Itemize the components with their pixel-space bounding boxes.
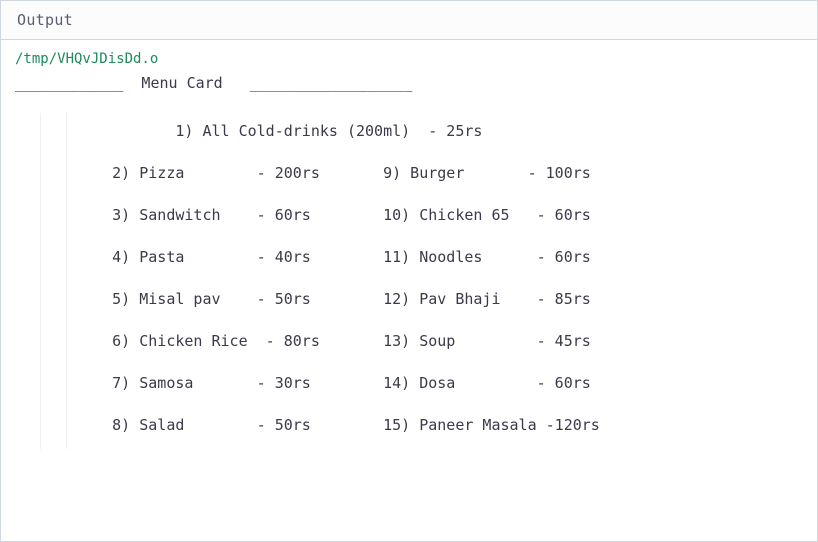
- output-panel: Output /tmp/VHQvJDisDd.o ____________ Me…: [0, 0, 818, 542]
- gutter: [15, 239, 67, 281]
- output-line: 1) All Cold-drinks (200ml) - 25rs: [15, 113, 803, 155]
- gutter: [15, 113, 67, 155]
- menu-row: 7) Samosa - 30rs 14) Dosa - 60rs: [67, 365, 591, 407]
- gutter: [15, 281, 67, 323]
- output-line: 7) Samosa - 30rs 14) Dosa - 60rs: [15, 365, 803, 407]
- output-filepath: /tmp/VHQvJDisDd.o: [15, 50, 803, 69]
- output-line: 2) Pizza - 200rs 9) Burger - 100rs: [15, 155, 803, 197]
- gutter: [15, 155, 67, 197]
- gutter: [15, 407, 67, 449]
- menu-row: 5) Misal pav - 50rs 12) Pav Bhaji - 85rs: [67, 281, 591, 323]
- gutter: [15, 197, 67, 239]
- menu-row: 2) Pizza - 200rs 9) Burger - 100rs: [67, 155, 591, 197]
- menu-row: 3) Sandwitch - 60rs 10) Chicken 65 - 60r…: [67, 197, 591, 239]
- panel-title: Output: [17, 11, 801, 29]
- menu-first-item: 1) All Cold-drinks (200ml) - 25rs: [67, 113, 482, 155]
- gutter: [15, 365, 67, 407]
- menu-title: ____________ Menu Card _________________…: [15, 73, 803, 93]
- output-line: 4) Pasta - 40rs 11) Noodles - 60rs: [15, 239, 803, 281]
- gutter: [15, 323, 67, 365]
- output-body: /tmp/VHQvJDisDd.o ____________ Menu Card…: [1, 40, 817, 463]
- output-line: 8) Salad - 50rs 15) Paneer Masala -120rs: [15, 407, 803, 449]
- menu-rows-container: 2) Pizza - 200rs 9) Burger - 100rs 3) Sa…: [15, 155, 803, 449]
- output-line: 3) Sandwitch - 60rs 10) Chicken 65 - 60r…: [15, 197, 803, 239]
- menu-row: 6) Chicken Rice - 80rs 13) Soup - 45rs: [67, 323, 591, 365]
- menu-row: 8) Salad - 50rs 15) Paneer Masala -120rs: [67, 407, 600, 449]
- output-line: 5) Misal pav - 50rs 12) Pav Bhaji - 85rs: [15, 281, 803, 323]
- output-line: 6) Chicken Rice - 80rs 13) Soup - 45rs: [15, 323, 803, 365]
- menu-row: 4) Pasta - 40rs 11) Noodles - 60rs: [67, 239, 591, 281]
- panel-header: Output: [1, 1, 817, 40]
